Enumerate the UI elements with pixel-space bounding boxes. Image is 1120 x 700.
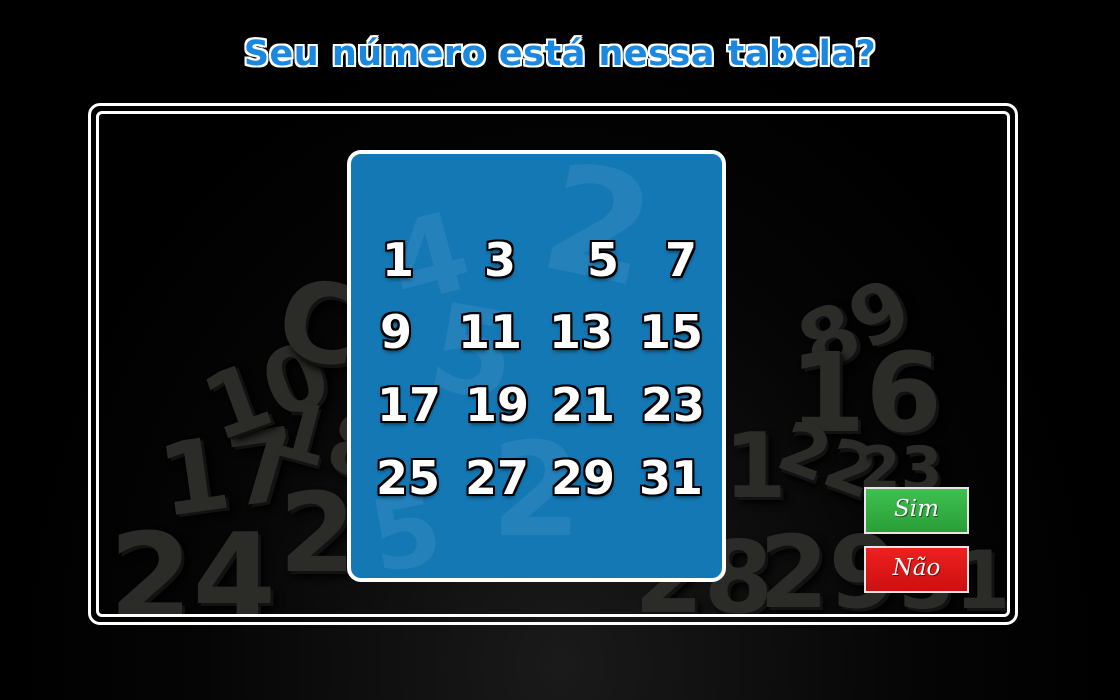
table-number: 9 xyxy=(379,305,412,359)
number-card: 2 4 5 2 5 xyxy=(347,150,726,582)
table-number: 29 xyxy=(550,451,615,505)
table-number: 13 xyxy=(548,305,613,359)
table-number: 1 xyxy=(381,233,414,287)
table-number: 27 xyxy=(464,451,529,505)
table-number: 15 xyxy=(638,305,703,359)
table-number: 19 xyxy=(464,378,529,432)
table-number: 25 xyxy=(375,451,440,505)
background-digit: 2 xyxy=(279,469,356,597)
background-digit: 16 xyxy=(789,329,943,457)
table-number: 21 xyxy=(550,378,615,432)
table-number: 5 xyxy=(586,233,619,287)
yes-button[interactable]: Sim xyxy=(864,487,969,534)
background-digit: 89 xyxy=(784,259,925,392)
background-digit: 24 xyxy=(109,509,276,617)
background-digit: 1 xyxy=(724,414,787,519)
table-number: 17 xyxy=(376,378,441,432)
table-number: 7 xyxy=(664,233,697,287)
background-digit: 17 xyxy=(151,404,306,541)
background-digit: 10 xyxy=(189,320,344,463)
table-number: 11 xyxy=(457,305,522,359)
table-number: 23 xyxy=(640,378,705,432)
question-title: Seu número está nessa tabela? xyxy=(243,34,877,74)
game-stage: Seu número está nessa tabela? 24 17 10 C… xyxy=(0,0,1120,700)
no-button[interactable]: Não xyxy=(864,546,969,593)
table-number: 31 xyxy=(638,451,703,505)
table-number: 3 xyxy=(483,233,516,287)
